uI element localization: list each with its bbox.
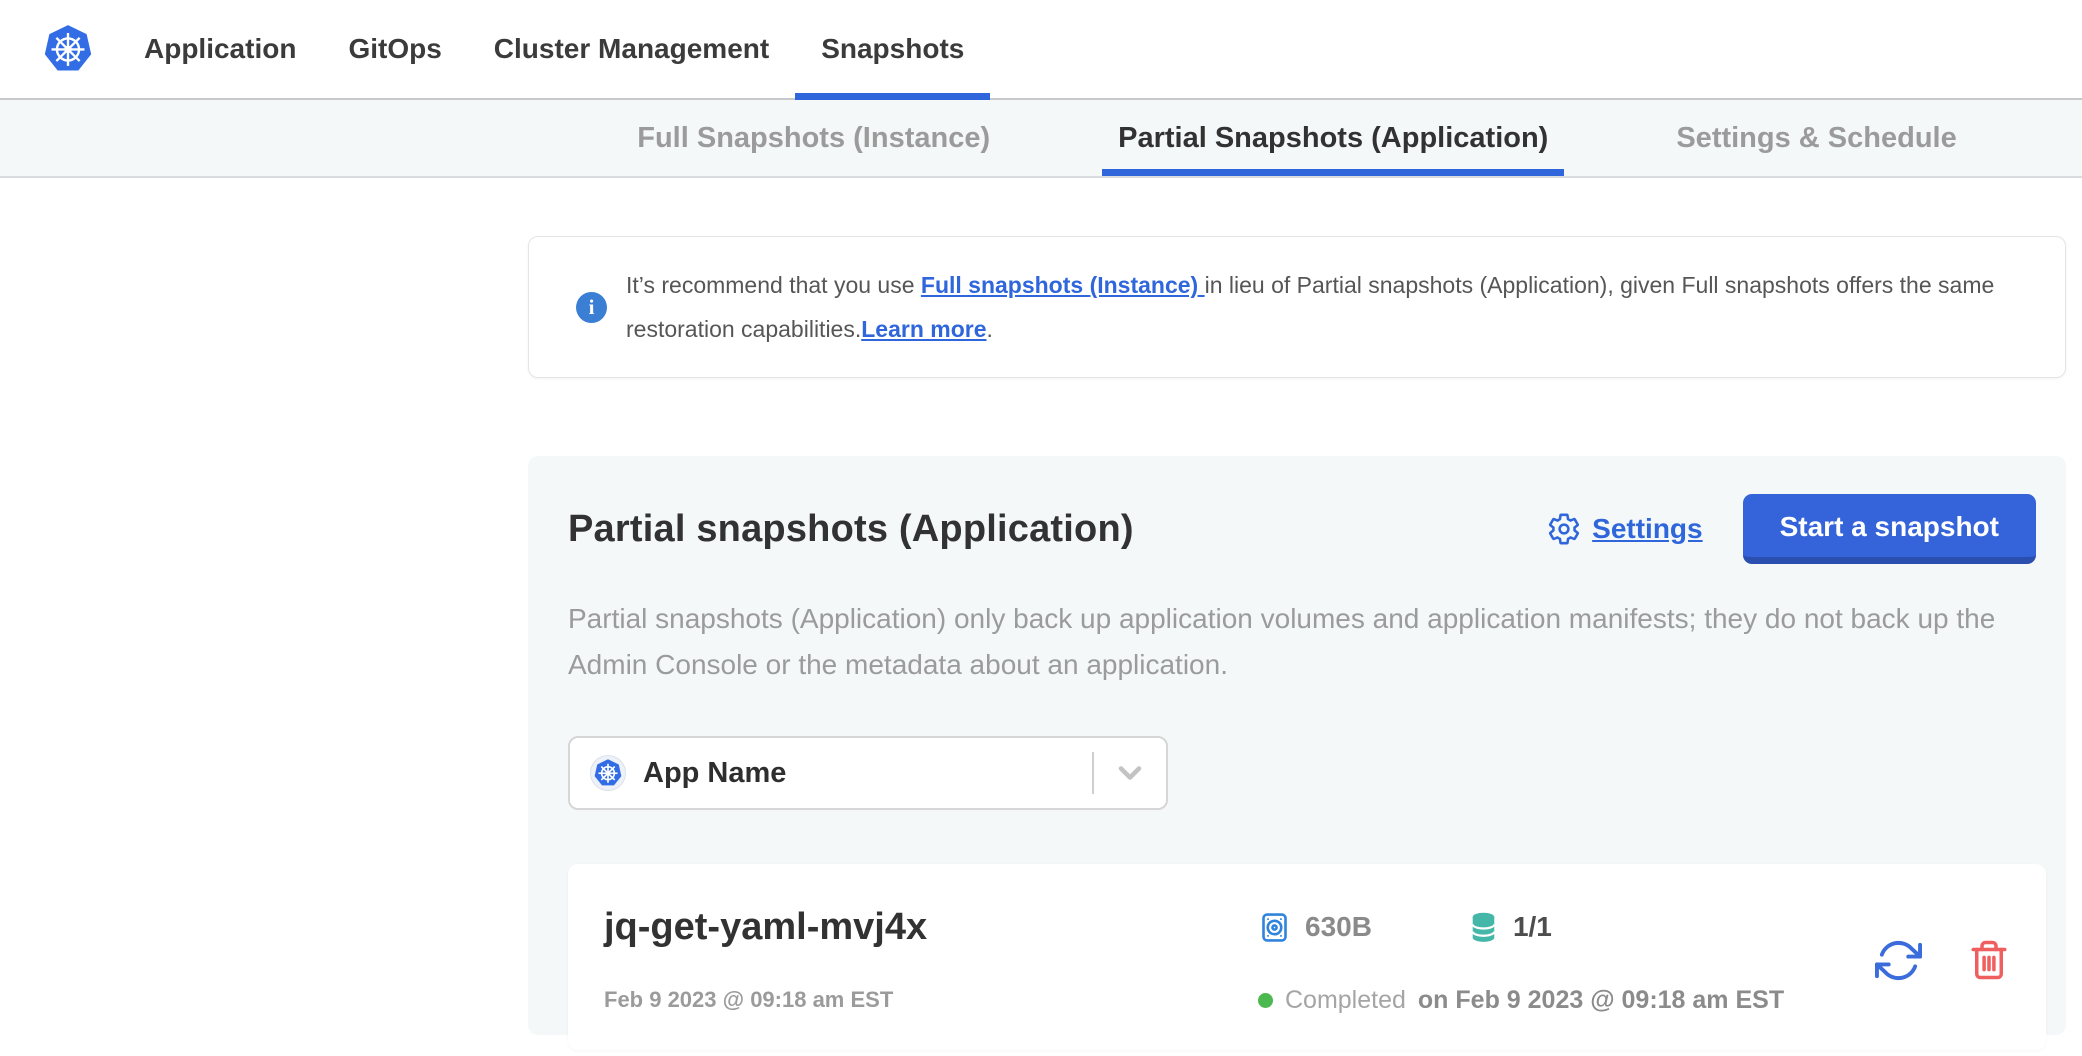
snapshot-size-value: 630B xyxy=(1305,911,1372,943)
tab-full-snapshots-instance[interactable]: Full Snapshots (Instance) xyxy=(621,100,1006,176)
nav-item-gitops[interactable]: GitOps xyxy=(322,0,467,98)
top-nav-items: Application GitOps Cluster Management Sn… xyxy=(118,0,990,98)
restore-snapshot-button[interactable] xyxy=(1875,937,1922,984)
nav-item-application[interactable]: Application xyxy=(118,0,322,98)
page-title: Partial snapshots (Application) xyxy=(568,508,1547,551)
app-select-value: App Name xyxy=(643,757,1092,790)
disk-icon xyxy=(1258,911,1291,944)
top-nav-bar: Application GitOps Cluster Management Sn… xyxy=(0,0,2082,100)
full-snapshots-instance-link[interactable]: Full snapshots (Instance) xyxy=(921,272,1205,298)
learn-more-link[interactable]: Learn more xyxy=(861,316,986,342)
kubernetes-logo-icon[interactable] xyxy=(42,23,94,75)
restore-icon xyxy=(1875,937,1922,984)
database-icon xyxy=(1468,911,1499,944)
snapshot-status: Completed on Feb 9 2023 @ 09:18 am EST xyxy=(1258,986,1875,1015)
start-snapshot-button[interactable]: Start a snapshot xyxy=(1743,494,2036,564)
snapshot-volumes: 1/1 xyxy=(1468,911,1552,944)
panel-description: Partial snapshots (Application) only bac… xyxy=(568,596,2034,688)
trash-icon xyxy=(1968,939,2010,981)
snapshot-name[interactable]: jq-get-yaml-mvj4x xyxy=(604,906,1258,949)
app-kubernetes-icon xyxy=(590,755,626,791)
tab-settings-schedule[interactable]: Settings & Schedule xyxy=(1660,100,1972,176)
nav-item-snapshots[interactable]: Snapshots xyxy=(795,0,990,98)
snapshot-row: jq-get-yaml-mvj4x 630B xyxy=(568,864,2046,1050)
snapshot-settings-link[interactable]: Settings xyxy=(1547,512,1702,546)
partial-snapshots-panel: Partial snapshots (Application) Settings… xyxy=(528,456,2066,1035)
delete-snapshot-button[interactable] xyxy=(1968,939,2010,981)
app-name-select[interactable]: App Name xyxy=(568,736,1168,810)
snapshot-volumes-value: 1/1 xyxy=(1513,911,1552,943)
info-banner: i It’s recommend that you use Full snaps… xyxy=(528,236,2066,378)
snapshot-started-timestamp: Feb 9 2023 @ 09:18 am EST xyxy=(604,987,1258,1013)
snapshot-actions xyxy=(1875,937,2010,984)
nav-item-cluster-management[interactable]: Cluster Management xyxy=(468,0,795,98)
gear-icon xyxy=(1547,512,1581,546)
snapshot-meta: 630B 1/1 xyxy=(1258,911,1875,944)
banner-text-prefix: It’s recommend that you use xyxy=(626,272,921,298)
info-banner-text: It’s recommend that you use Full snapsho… xyxy=(626,263,2025,351)
snapshots-sub-nav: Full Snapshots (Instance) Partial Snapsh… xyxy=(0,100,2082,178)
status-finished-timestamp: on Feb 9 2023 @ 09:18 am EST xyxy=(1418,986,1784,1015)
banner-text-suffix: . xyxy=(987,316,993,342)
info-icon: i xyxy=(576,292,607,323)
chevron-down-icon[interactable] xyxy=(1094,755,1166,791)
settings-link-label: Settings xyxy=(1592,513,1702,545)
tab-partial-snapshots-application[interactable]: Partial Snapshots (Application) xyxy=(1102,100,1564,176)
status-label: Completed xyxy=(1285,986,1406,1015)
snapshot-size: 630B xyxy=(1258,911,1372,944)
panel-header: Partial snapshots (Application) Settings… xyxy=(568,494,2036,564)
status-dot-icon xyxy=(1258,993,1273,1008)
content-column: i It’s recommend that you use Full snaps… xyxy=(528,236,2066,1035)
